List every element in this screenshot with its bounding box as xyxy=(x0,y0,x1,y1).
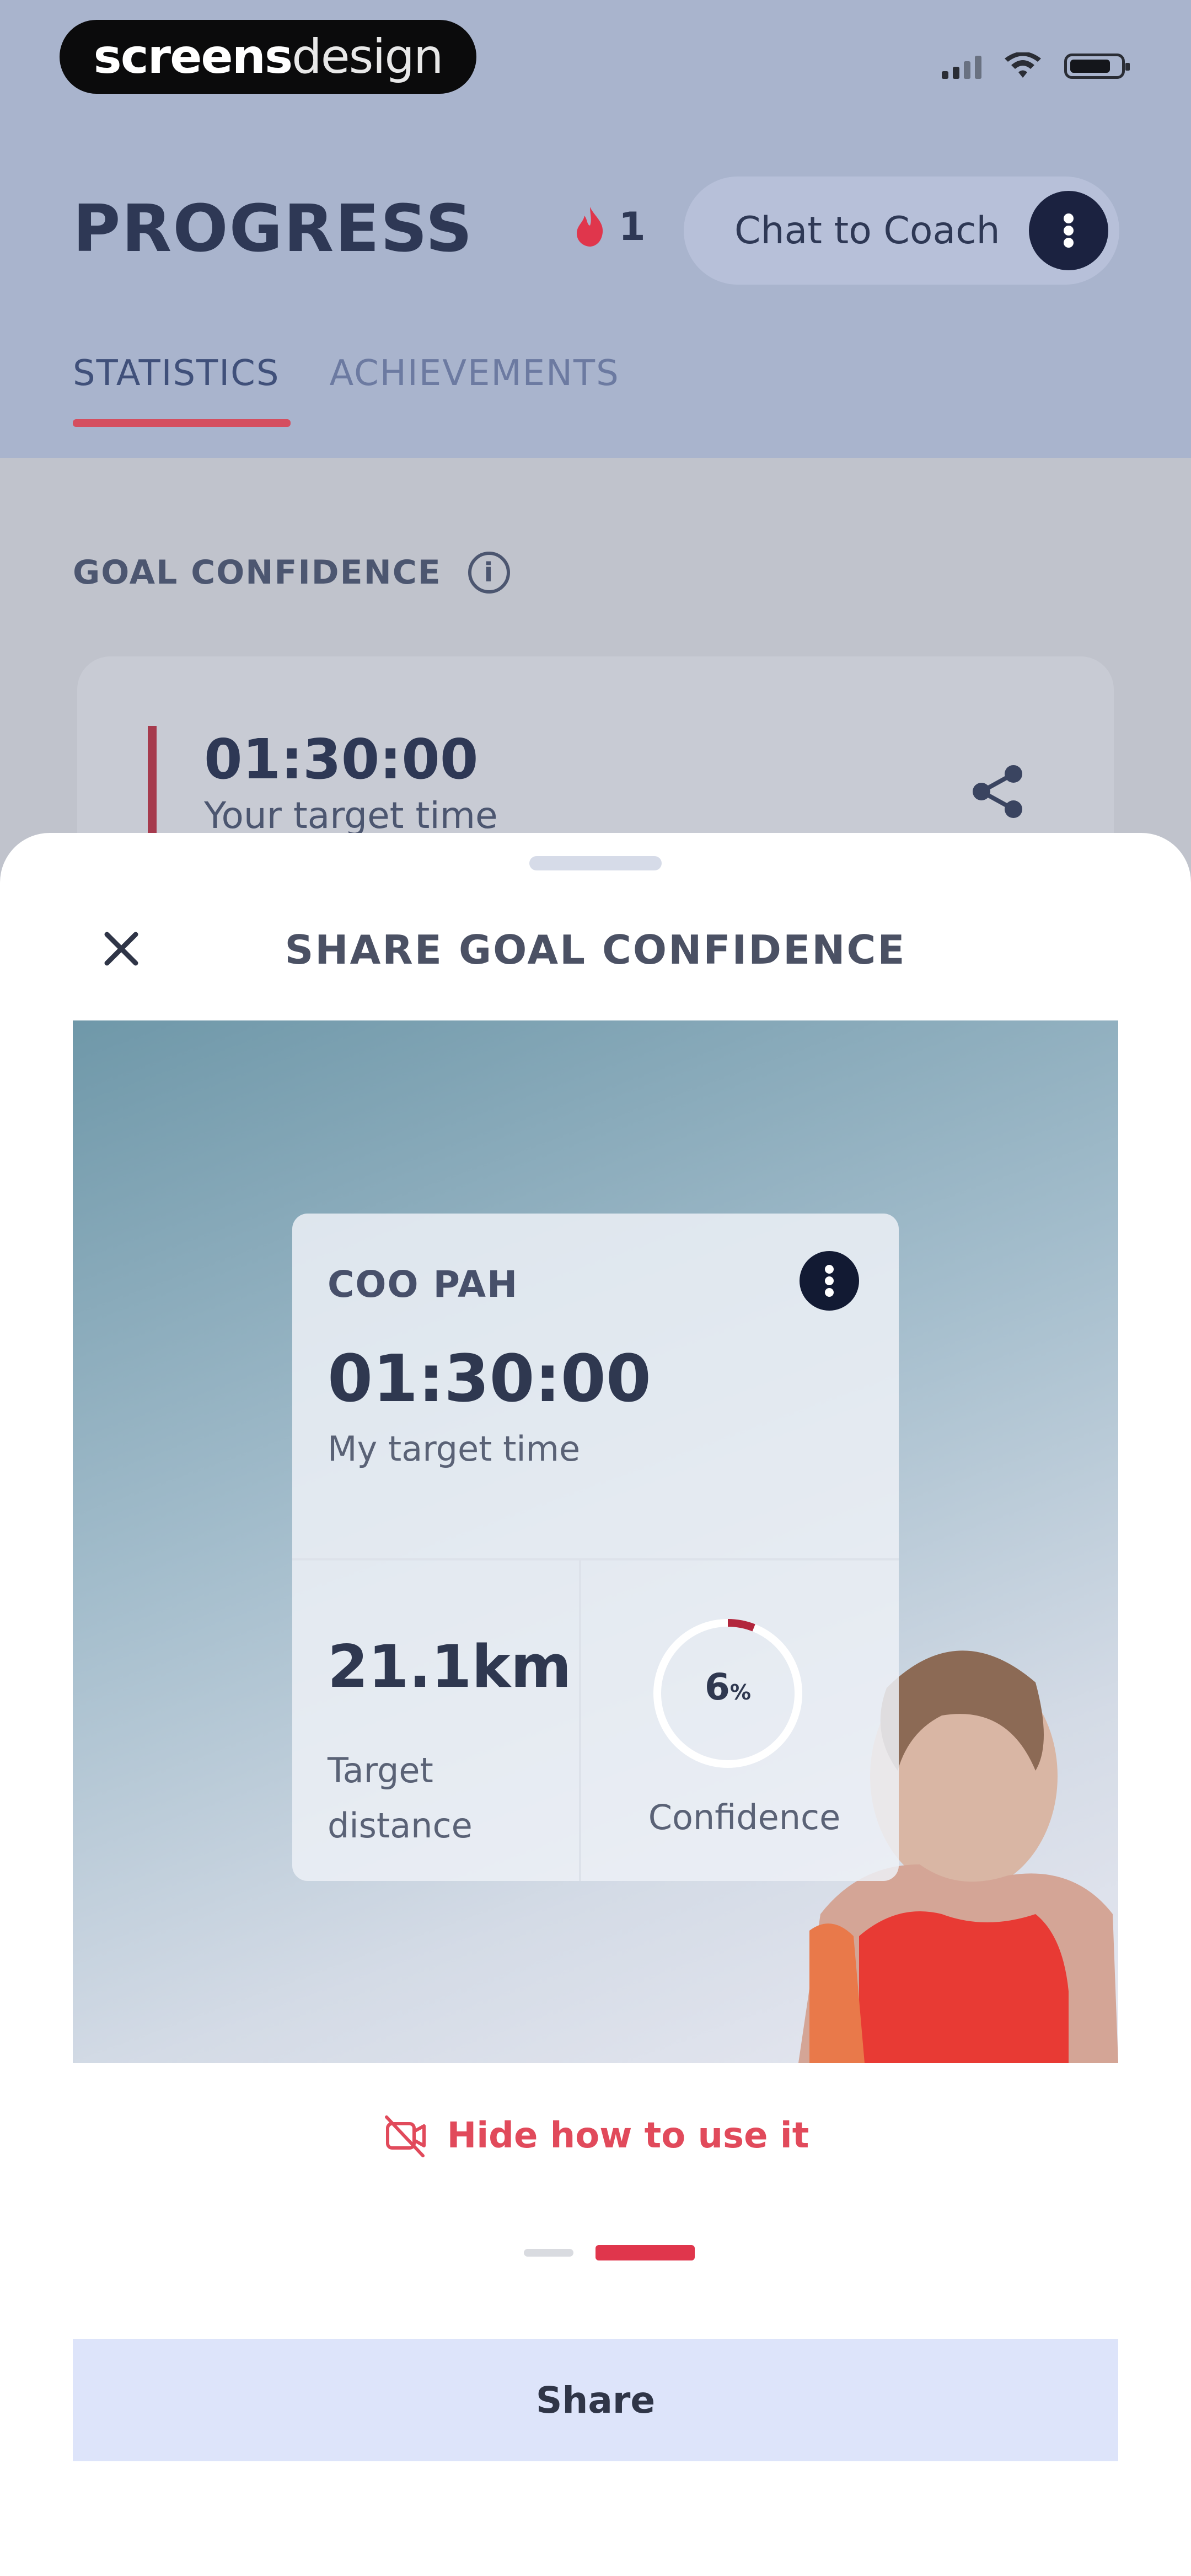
card-target-time-label: My target time xyxy=(328,1429,581,1469)
share-image-preview[interactable]: COO PAH 01:30:00 My target time 21.1km T… xyxy=(73,1020,1118,2063)
streak-count: 1 xyxy=(619,204,646,249)
info-icon[interactable]: i xyxy=(468,552,510,594)
flame-icon xyxy=(577,207,603,247)
sheet-grabber[interactable] xyxy=(529,856,662,870)
confidence-percent: 6% xyxy=(645,1666,811,1708)
hide-how-to-use-link[interactable]: Hide how to use it xyxy=(0,2113,1191,2159)
logo-text-bold: screens xyxy=(93,29,293,84)
page-indicator xyxy=(524,2245,695,2260)
share-icon[interactable] xyxy=(965,758,1031,825)
page-dot-2[interactable] xyxy=(596,2245,695,2260)
coach-dots-icon xyxy=(1064,213,1074,248)
battery-icon xyxy=(1064,54,1130,79)
status-icons xyxy=(942,52,1130,80)
brand-badge-icon xyxy=(800,1251,859,1311)
tab-achievements[interactable]: ACHIEVEMENTS xyxy=(329,353,619,427)
goal-confidence-label: GOAL CONFIDENCE xyxy=(73,553,442,592)
goal-target-time-label: Your target time xyxy=(204,794,498,837)
logo-text-light: design xyxy=(292,29,443,84)
goal-share-card: COO PAH 01:30:00 My target time 21.1km T… xyxy=(292,1214,899,1881)
brand-name: COO PAH xyxy=(328,1263,519,1306)
tab-statistics[interactable]: STATISTICS xyxy=(73,353,291,427)
chat-to-coach-label: Chat to Coach xyxy=(734,209,1000,253)
wifi-icon xyxy=(1005,52,1041,78)
page-dot-1[interactable] xyxy=(524,2249,573,2257)
badge-dots-icon xyxy=(825,1265,834,1297)
card-target-distance-label: Target distance xyxy=(328,1750,473,1846)
screensdesign-logo: screens design xyxy=(60,20,476,94)
goal-accent-bar xyxy=(148,726,157,847)
card-target-time: 01:30:00 xyxy=(328,1340,652,1417)
card-target-distance: 21.1km xyxy=(328,1633,572,1701)
goal-target-time: 01:30:00 xyxy=(204,727,479,792)
goal-confidence-heading: GOAL CONFIDENCE i xyxy=(73,552,510,594)
cell-signal-icon xyxy=(942,54,981,79)
coach-avatar xyxy=(1029,191,1108,270)
streak-counter[interactable]: 1 xyxy=(573,204,646,249)
card-divider-vertical xyxy=(579,1558,581,1881)
share-button[interactable]: Share xyxy=(73,2339,1118,2461)
hide-how-to-use-label: Hide how to use it xyxy=(447,2115,809,2156)
hide-video-icon xyxy=(384,2115,426,2157)
sheet-title: SHARE GOAL CONFIDENCE xyxy=(285,927,906,973)
confidence-unit: % xyxy=(729,1680,751,1704)
card-divider-horizontal xyxy=(292,1558,899,1560)
share-bottom-sheet: SHARE GOAL CONFIDENCE COO PAH 01:30:00 M… xyxy=(0,833,1191,2576)
progress-tabs: STATISTICS ACHIEVEMENTS xyxy=(73,353,620,427)
confidence-label: Confidence xyxy=(648,1797,841,1837)
page-title: PROGRESS xyxy=(73,190,474,266)
confidence-number: 6 xyxy=(704,1666,730,1708)
chat-to-coach-button[interactable]: Chat to Coach xyxy=(684,177,1119,285)
